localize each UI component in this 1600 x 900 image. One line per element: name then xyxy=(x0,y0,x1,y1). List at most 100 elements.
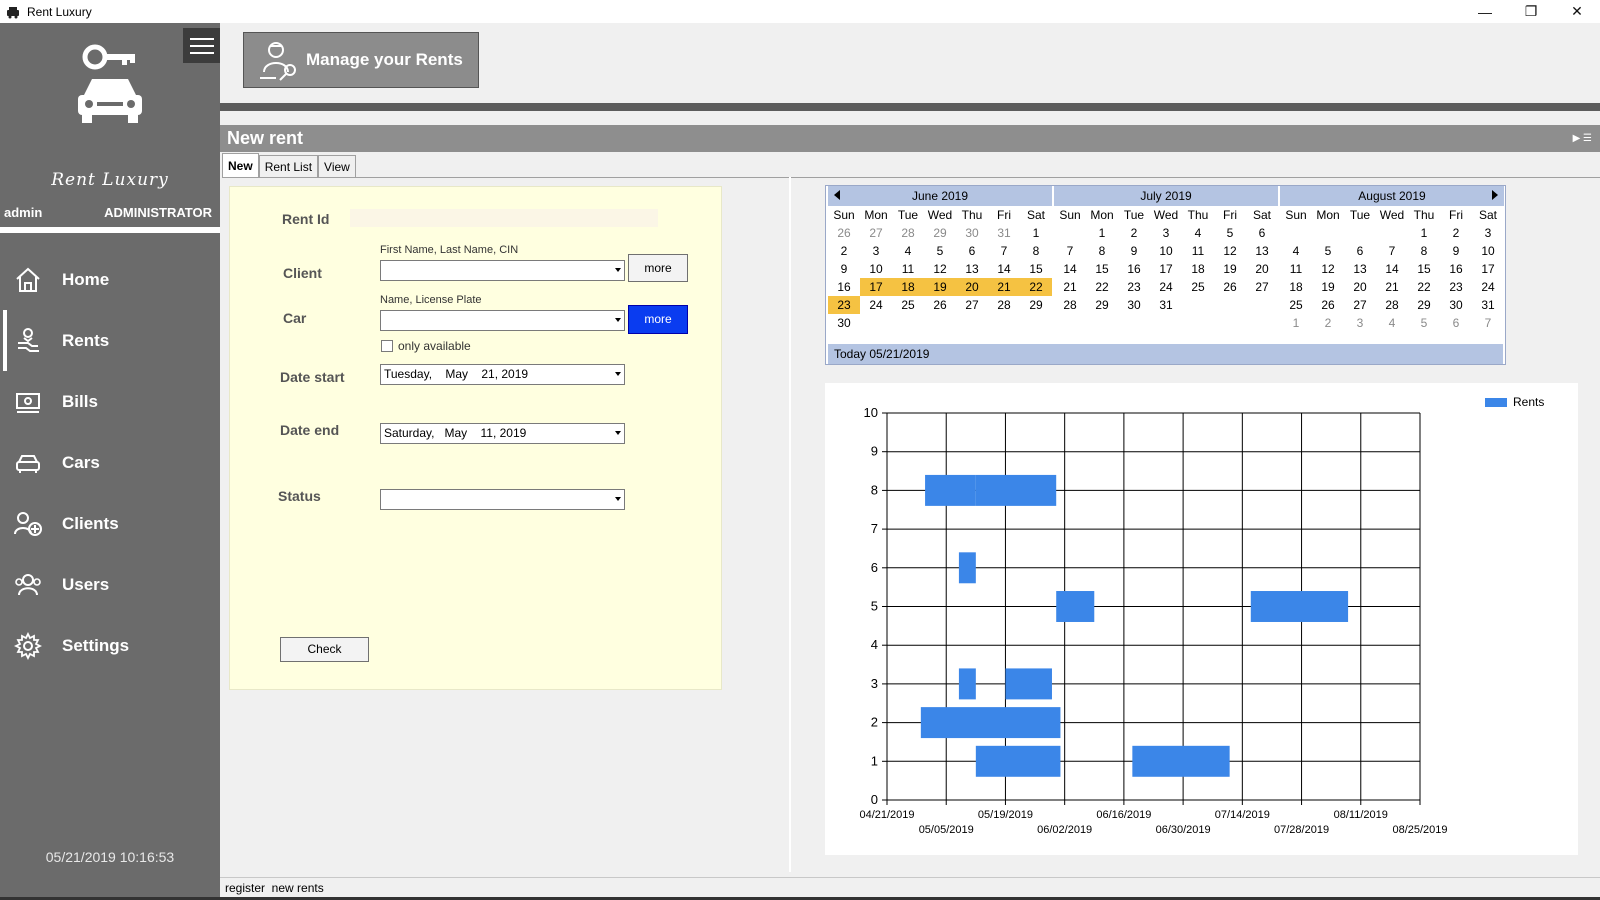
calendar-day[interactable]: 4 xyxy=(1280,242,1312,260)
sidebar-item-users[interactable]: Users xyxy=(0,554,220,615)
calendar-day[interactable]: 29 xyxy=(1408,296,1440,314)
client-combobox[interactable] xyxy=(380,260,625,281)
calendar-day[interactable]: 20 xyxy=(956,278,988,296)
status-combobox[interactable] xyxy=(380,489,625,510)
calendar-day[interactable]: 19 xyxy=(924,278,956,296)
calendar-day[interactable]: 31 xyxy=(988,224,1020,242)
calendar-day[interactable]: 7 xyxy=(1472,314,1504,332)
calendar-day[interactable]: 15 xyxy=(1020,260,1052,278)
rent-id-field[interactable] xyxy=(350,209,658,227)
calendar-day[interactable]: 5 xyxy=(1214,224,1246,242)
calendar-day[interactable]: 1 xyxy=(1408,224,1440,242)
calendar-day[interactable]: 29 xyxy=(924,224,956,242)
calendar-day[interactable]: 10 xyxy=(860,260,892,278)
calendar-day[interactable]: 29 xyxy=(1086,296,1118,314)
calendar-day[interactable]: 24 xyxy=(1472,278,1504,296)
calendar-day[interactable]: 20 xyxy=(1246,260,1278,278)
calendar-day[interactable]: 4 xyxy=(1182,224,1214,242)
calendar-day[interactable]: 1 xyxy=(1020,224,1052,242)
calendar-day[interactable]: 2 xyxy=(828,242,860,260)
calendar-day[interactable]: 10 xyxy=(1150,242,1182,260)
calendar-day[interactable]: 24 xyxy=(860,296,892,314)
calendar-day[interactable]: 2 xyxy=(1118,224,1150,242)
calendar-day[interactable]: 13 xyxy=(956,260,988,278)
calendar-day[interactable]: 18 xyxy=(1280,278,1312,296)
calendar-day[interactable]: 15 xyxy=(1408,260,1440,278)
calendar-day[interactable]: 5 xyxy=(1312,242,1344,260)
calendar-day[interactable]: 5 xyxy=(924,242,956,260)
sidebar-item-home[interactable]: Home xyxy=(0,249,220,310)
calendar-day[interactable]: 23 xyxy=(1440,278,1472,296)
calendar-day[interactable]: 11 xyxy=(1280,260,1312,278)
client-more-button[interactable]: more xyxy=(628,254,688,282)
calendar-day[interactable]: 3 xyxy=(1472,224,1504,242)
check-button[interactable]: Check xyxy=(280,637,369,662)
calendar-day[interactable]: 27 xyxy=(1344,296,1376,314)
calendar-prev-icon[interactable] xyxy=(834,190,840,200)
calendar-day[interactable]: 26 xyxy=(828,224,860,242)
calendar-day[interactable]: 24 xyxy=(1150,278,1182,296)
calendar-day[interactable]: 31 xyxy=(1472,296,1504,314)
calendar-day[interactable]: 6 xyxy=(1344,242,1376,260)
calendar-day[interactable]: 6 xyxy=(1246,224,1278,242)
calendar-day[interactable]: 22 xyxy=(1408,278,1440,296)
calendar-day[interactable]: 30 xyxy=(1118,296,1150,314)
car-combobox[interactable] xyxy=(380,310,625,331)
calendar-day[interactable]: 30 xyxy=(828,314,860,332)
calendar-day[interactable]: 17 xyxy=(1150,260,1182,278)
calendar-day[interactable]: 9 xyxy=(828,260,860,278)
restore-button[interactable]: ❐ xyxy=(1508,0,1554,23)
calendar-day[interactable]: 15 xyxy=(1086,260,1118,278)
calendar-day[interactable]: 17 xyxy=(860,278,892,296)
calendar-day[interactable]: 14 xyxy=(988,260,1020,278)
sidebar-item-bills[interactable]: Bills xyxy=(0,371,220,432)
calendar-day[interactable]: 13 xyxy=(1344,260,1376,278)
calendar-day[interactable]: 5 xyxy=(1408,314,1440,332)
calendar-day[interactable]: 9 xyxy=(1118,242,1150,260)
calendar-day[interactable]: 25 xyxy=(892,296,924,314)
calendar-day[interactable]: 14 xyxy=(1054,260,1086,278)
calendar-day[interactable]: 2 xyxy=(1440,224,1472,242)
calendar-day[interactable]: 3 xyxy=(1150,224,1182,242)
calendar-day[interactable]: 27 xyxy=(1246,278,1278,296)
calendar-day[interactable]: 27 xyxy=(956,296,988,314)
calendar-day[interactable]: 20 xyxy=(1344,278,1376,296)
calendar-day[interactable]: 31 xyxy=(1150,296,1182,314)
calendar-day[interactable]: 12 xyxy=(924,260,956,278)
calendar-day[interactable]: 21 xyxy=(1376,278,1408,296)
sidebar-item-clients[interactable]: Clients xyxy=(0,493,220,554)
manage-rents-button[interactable]: Manage your Rents xyxy=(243,32,479,88)
calendar-day[interactable]: 8 xyxy=(1020,242,1052,260)
calendar-day[interactable]: 8 xyxy=(1408,242,1440,260)
sidebar-item-settings[interactable]: Settings xyxy=(0,615,220,676)
calendar-day[interactable]: 30 xyxy=(956,224,988,242)
calendar-day[interactable]: 11 xyxy=(1182,242,1214,260)
close-button[interactable]: ✕ xyxy=(1554,0,1600,23)
calendar-day[interactable]: 26 xyxy=(1312,296,1344,314)
calendar-day[interactable]: 14 xyxy=(1376,260,1408,278)
calendar-day[interactable]: 16 xyxy=(1440,260,1472,278)
calendar-day[interactable]: 1 xyxy=(1280,314,1312,332)
calendar-day[interactable]: 26 xyxy=(1214,278,1246,296)
calendar-day[interactable]: 22 xyxy=(1086,278,1118,296)
calendar-day[interactable]: 30 xyxy=(1440,296,1472,314)
calendar-day[interactable]: 16 xyxy=(1118,260,1150,278)
calendar-day[interactable]: 17 xyxy=(1472,260,1504,278)
calendar-day[interactable]: 22 xyxy=(1020,278,1052,296)
calendar-day[interactable]: 10 xyxy=(1472,242,1504,260)
sidebar-item-cars[interactable]: Cars xyxy=(0,432,220,493)
tab-view[interactable]: View xyxy=(318,155,356,177)
calendar-today[interactable]: Today 05/21/2019 xyxy=(828,344,1503,364)
calendar-day[interactable]: 1 xyxy=(1086,224,1118,242)
calendar-day[interactable]: 7 xyxy=(988,242,1020,260)
calendar-next-icon[interactable] xyxy=(1492,190,1498,200)
calendar-day[interactable]: 12 xyxy=(1312,260,1344,278)
panel-options-icon[interactable]: ▶ ☰ xyxy=(1573,125,1592,152)
calendar-day[interactable]: 13 xyxy=(1246,242,1278,260)
calendar-day[interactable]: 19 xyxy=(1214,260,1246,278)
sidebar-item-rents[interactable]: Rents xyxy=(0,310,220,371)
calendar-day[interactable]: 16 xyxy=(828,278,860,296)
calendar-day[interactable]: 21 xyxy=(1054,278,1086,296)
menu-toggle-button[interactable] xyxy=(183,28,220,63)
calendar-day[interactable]: 12 xyxy=(1214,242,1246,260)
